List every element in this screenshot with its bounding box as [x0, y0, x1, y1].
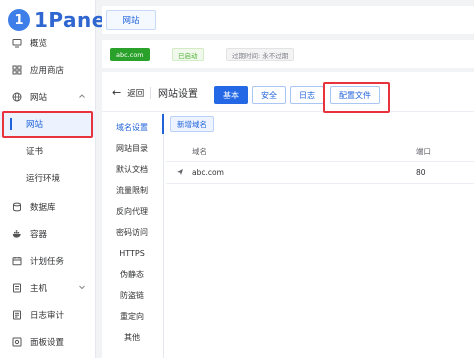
nav-rewrite[interactable]: 伪静态	[102, 263, 162, 285]
sidebar-item-label: 面板设置	[30, 338, 65, 348]
sidebar-item-database[interactable]: 数据库	[0, 194, 96, 220]
domain-settings-content: 新增域名 域名 端口 abc.com 80	[166, 112, 474, 358]
app-window: 1 1Panel 概览 应用商店 网站 网站 证书 运行环境 数据库 容器 计划…	[0, 0, 474, 358]
sidebar-item-label: 日志审计	[30, 311, 65, 321]
sidebar-subitem-label: 证书	[26, 147, 44, 157]
sidebar-item-label: 网站	[30, 93, 48, 103]
sidebar-item-label: 数据库	[30, 203, 56, 213]
site-info-bar: abc.com 已启动 过期时间: 永不过期	[102, 40, 474, 68]
column-port: 端口	[416, 147, 431, 156]
site-settings-panel: ← 返回 网站设置 基本 安全 日志 配置文件 域名设置 网站目录 默认文档 流…	[102, 72, 474, 358]
docker-icon	[12, 229, 22, 239]
host-icon	[12, 283, 22, 293]
nav-https[interactable]: HTTPS	[102, 242, 162, 264]
tab-bar: 网站	[102, 6, 474, 34]
sidebar-item-logs[interactable]: 日志审计	[0, 302, 96, 328]
sidebar-item-label: 概览	[30, 39, 48, 49]
database-icon	[12, 202, 22, 212]
globe-icon	[12, 92, 22, 102]
nav-site-directory[interactable]: 网站目录	[102, 137, 162, 159]
sidebar-subitem-label: 运行环境	[26, 174, 61, 184]
monitor-icon	[12, 38, 22, 48]
sidebar-item-label: 主机	[30, 284, 48, 294]
back-label: 返回	[127, 88, 145, 99]
nav-other[interactable]: 其他	[102, 326, 162, 348]
sidebar-subitem-runtime[interactable]: 运行环境	[0, 165, 96, 191]
settings-nav: 域名设置 网站目录 默认文档 流量限制 反向代理 密码访问 HTTPS 伪静态 …	[102, 112, 164, 358]
sidebar-item-label: 容器	[30, 230, 48, 240]
chevron-down-icon	[79, 285, 85, 290]
arrow-left-icon: ←	[112, 86, 122, 99]
tab-security-button[interactable]: 安全	[252, 86, 286, 104]
logo-mark: 1	[8, 9, 30, 31]
sidebar-item-label: 计划任务	[30, 257, 65, 267]
link-arrow-icon[interactable]	[176, 168, 184, 176]
sidebar-item-settings[interactable]: 面板设置	[0, 329, 96, 355]
highlight-box-config-file	[323, 82, 390, 113]
table-row: abc.com 80	[166, 162, 474, 184]
tab-website[interactable]: 网站	[106, 10, 156, 30]
log-icon	[12, 310, 22, 320]
nav-password-access[interactable]: 密码访问	[102, 221, 162, 243]
port-cell: 80	[416, 168, 426, 177]
header-divider	[150, 87, 151, 99]
nav-default-document[interactable]: 默认文档	[102, 158, 162, 180]
sidebar-item-overview[interactable]: 概览	[0, 30, 96, 56]
column-domain: 域名	[192, 147, 207, 156]
tab-log-button[interactable]: 日志	[290, 86, 324, 104]
sidebar-item-container[interactable]: 容器	[0, 221, 96, 247]
page-title: 网站设置	[158, 89, 198, 100]
chevron-up-icon	[79, 94, 85, 98]
status-badge: 已启动	[172, 48, 204, 61]
back-button[interactable]: ← 返回	[112, 86, 144, 99]
sidebar-item-label: 应用商店	[30, 66, 65, 76]
domain-cell: abc.com	[192, 168, 224, 177]
sidebar-item-host[interactable]: 主机	[0, 275, 96, 301]
expire-badge: 过期时间: 永不过期	[226, 48, 295, 61]
sidebar-item-cron[interactable]: 计划任务	[0, 248, 96, 274]
table-header: 域名 端口	[166, 140, 474, 162]
sidebar-item-app-store[interactable]: 应用商店	[0, 57, 96, 83]
sidebar-subitem-certificate[interactable]: 证书	[0, 138, 96, 164]
nav-reverse-proxy[interactable]: 反向代理	[102, 200, 162, 222]
nav-domain-settings[interactable]: 域名设置	[102, 116, 162, 138]
grid-icon	[12, 65, 22, 75]
nav-anti-leech[interactable]: 防盗链	[102, 284, 162, 306]
sidebar-item-website[interactable]: 网站	[0, 84, 96, 110]
nav-traffic-limit[interactable]: 流量限制	[102, 179, 162, 201]
add-domain-button[interactable]: 新增域名	[170, 116, 214, 132]
domain-tag: abc.com	[110, 48, 150, 61]
tab-basic-button[interactable]: 基本	[214, 86, 248, 104]
sidebar: 1 1Panel 概览 应用商店 网站 网站 证书 运行环境 数据库 容器 计划…	[0, 0, 113, 358]
panel-header: ← 返回 网站设置 基本 安全 日志 配置文件	[102, 72, 474, 113]
nav-active-indicator	[162, 114, 164, 134]
nav-redirect[interactable]: 重定向	[102, 305, 162, 327]
calendar-icon	[12, 256, 22, 266]
highlight-box-website	[2, 111, 93, 138]
settings-icon	[12, 337, 22, 347]
